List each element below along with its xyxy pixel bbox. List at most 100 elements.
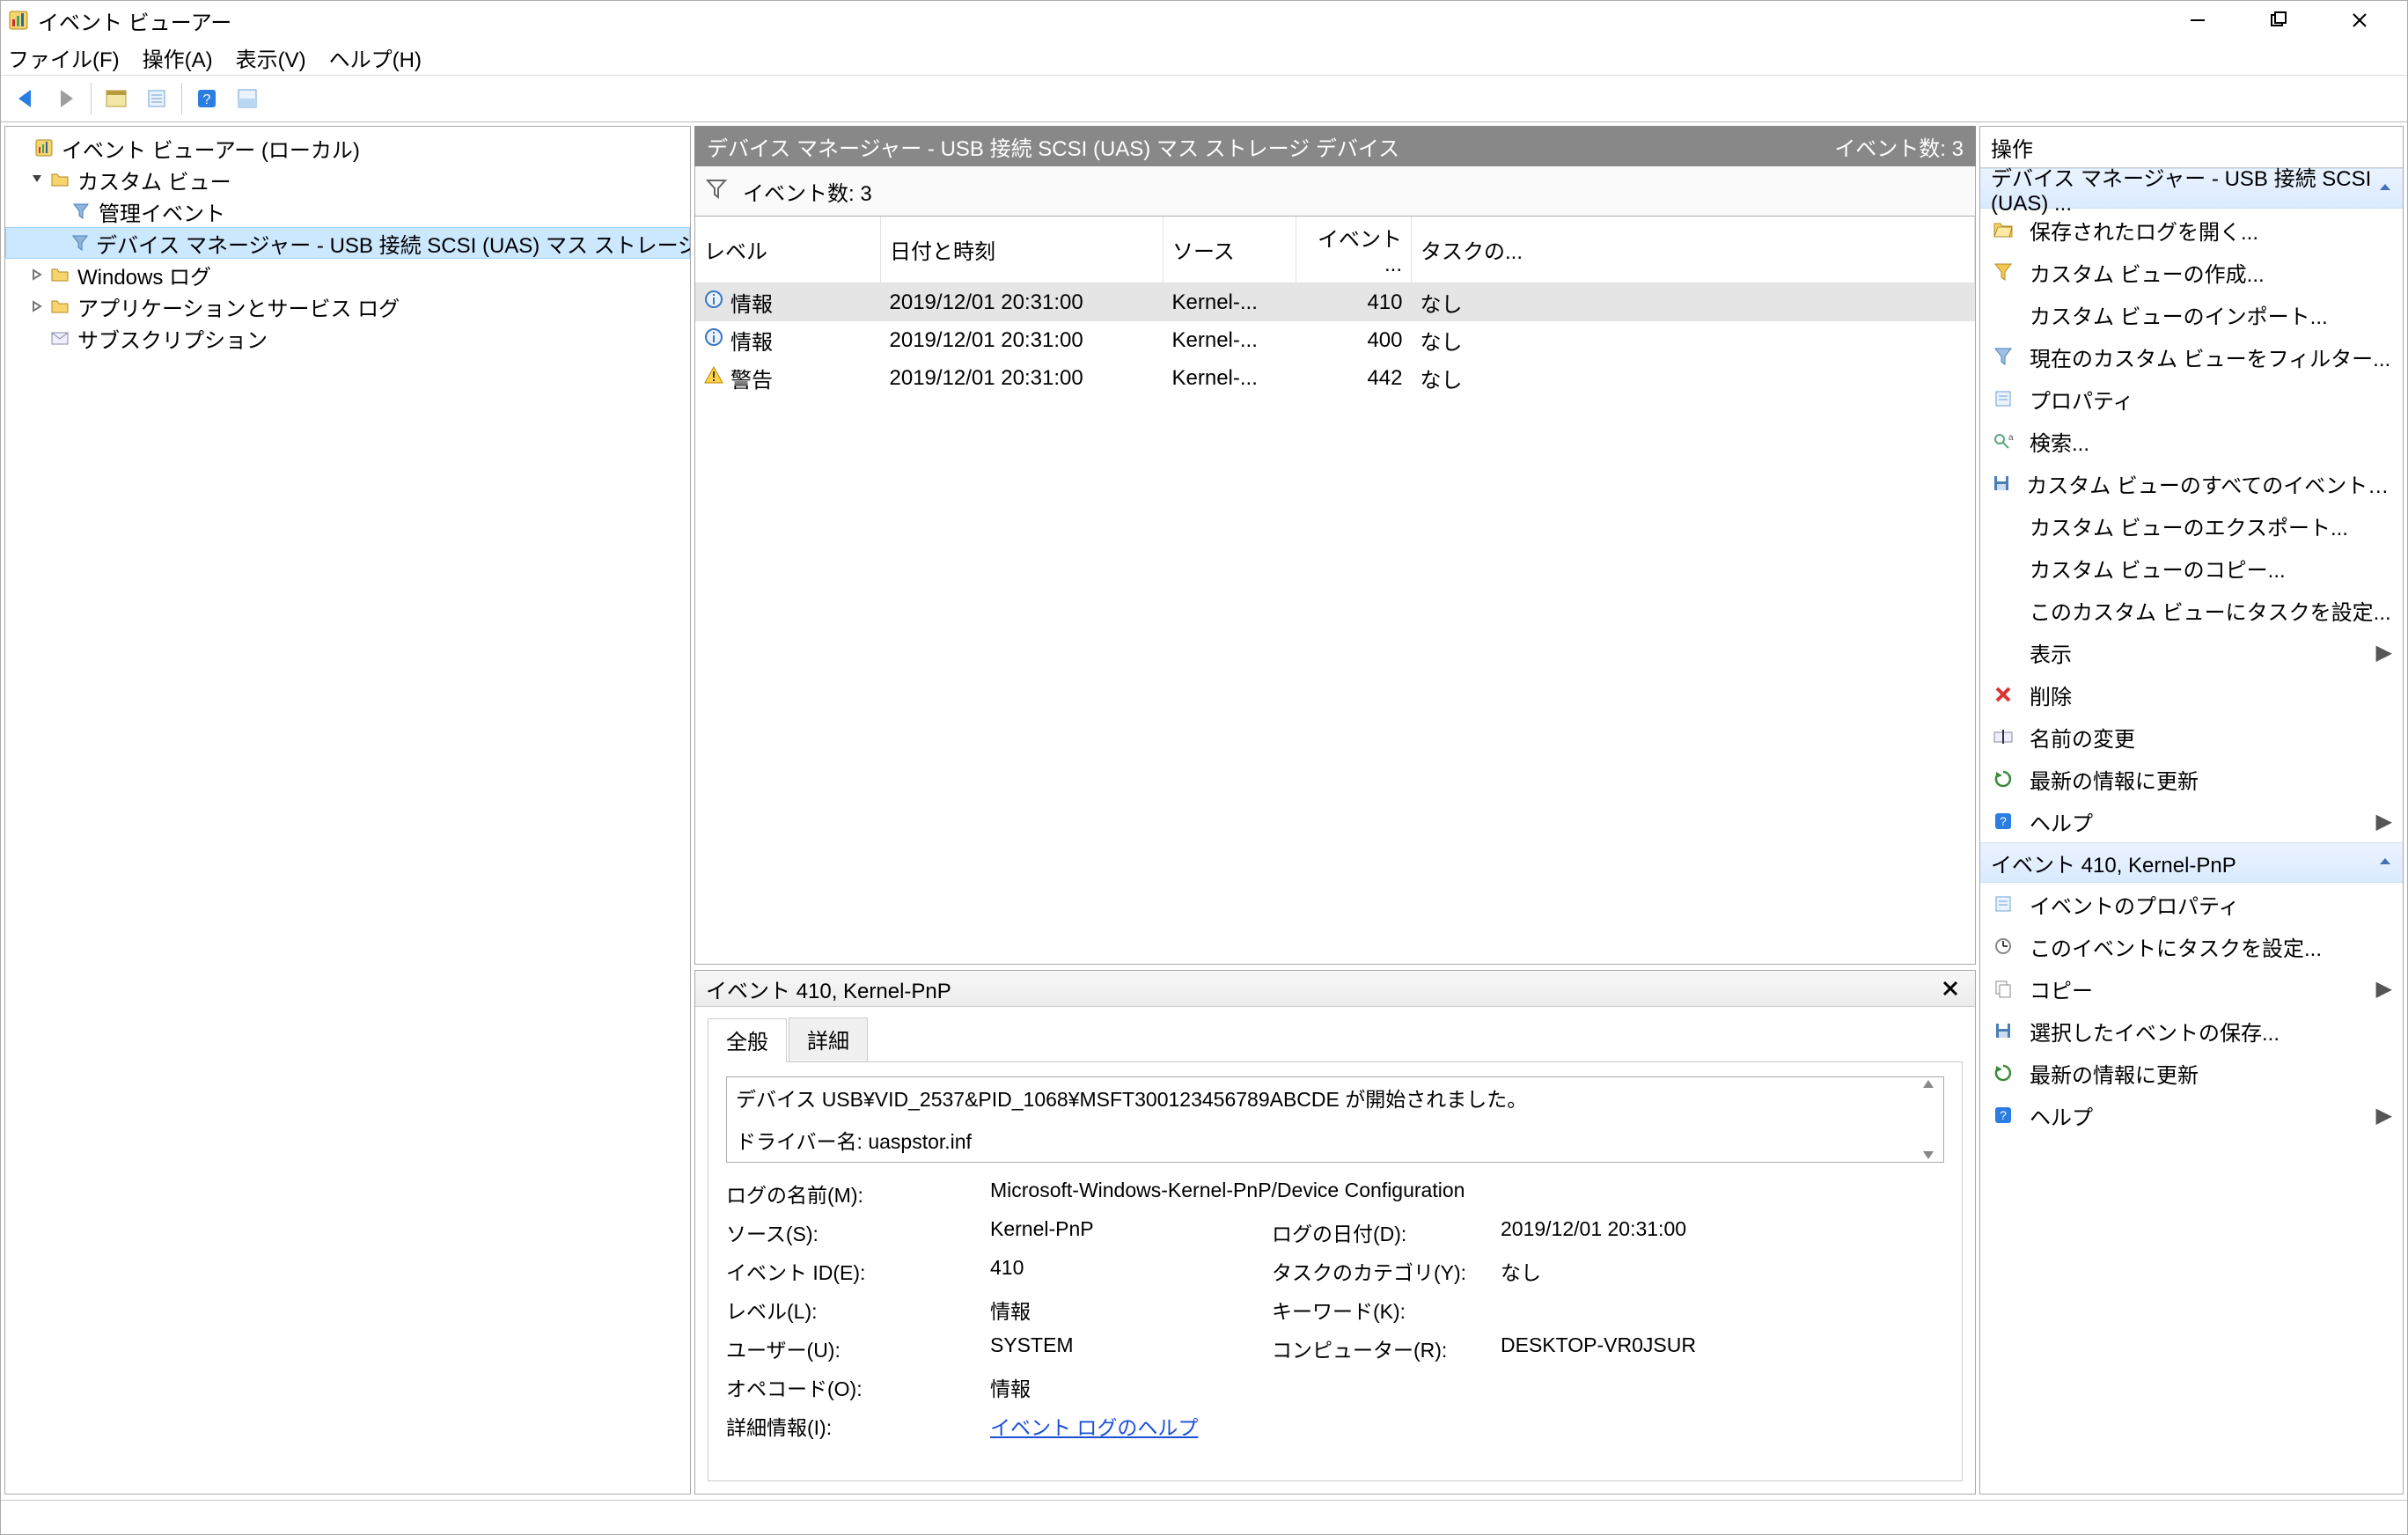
filter-icon bbox=[70, 201, 92, 222]
chevron-up-icon[interactable] bbox=[2378, 176, 2392, 201]
cell-eventid: 442 bbox=[1296, 359, 1412, 397]
event-message[interactable]: デバイス USB¥VID_2537&PID_1068¥MSFT300123456… bbox=[726, 1076, 1944, 1163]
action-save-all-events[interactable]: カスタム ビューのすべてのイベントを名前... bbox=[1980, 462, 2403, 504]
window-title: イベント ビューアー bbox=[38, 5, 2157, 36]
svg-text:?: ? bbox=[203, 92, 211, 107]
col-eventid[interactable]: イベント ... bbox=[1296, 217, 1412, 283]
tree-root[interactable]: イベント ビューアー (ローカル) bbox=[5, 132, 690, 164]
message-scrollbar[interactable] bbox=[1913, 1077, 1943, 1162]
col-source[interactable]: ソース bbox=[1164, 217, 1296, 283]
action-attach-task-view[interactable]: このカスタム ビューにタスクを設定... bbox=[1980, 589, 2403, 631]
action-refresh-event[interactable]: 最新の情報に更新 bbox=[1980, 1052, 2403, 1094]
filter-icon[interactable] bbox=[706, 178, 727, 205]
action-label: ヘルプ bbox=[2030, 1100, 2093, 1131]
preview-button[interactable] bbox=[228, 79, 267, 118]
action-refresh[interactable]: 最新の情報に更新 bbox=[1980, 758, 2403, 800]
col-task[interactable]: タスクの... bbox=[1412, 217, 1975, 283]
action-pane-button[interactable] bbox=[97, 79, 136, 118]
cell-level: 情報 bbox=[695, 321, 881, 359]
tree-subscriptions[interactable]: サブスクリプション bbox=[5, 322, 690, 354]
prop-value: Microsoft-Windows-Kernel-PnP/Device Conf… bbox=[990, 1179, 1944, 1208]
svg-text:?: ? bbox=[2000, 814, 2007, 828]
close-detail-button[interactable] bbox=[1936, 974, 1964, 1003]
subscriptions-icon bbox=[49, 327, 70, 349]
event-message-line: デバイス USB¥VID_2537&PID_1068¥MSFT300123456… bbox=[736, 1083, 1934, 1113]
table-row[interactable]: 情報2019/12/01 20:31:00Kernel-...410なし bbox=[695, 283, 1975, 322]
forward-button[interactable] bbox=[47, 79, 85, 118]
menubar: ファイル(F) 操作(A) 表示(V) ヘルプ(H) bbox=[1, 40, 2407, 75]
tree-app-service-logs[interactable]: アプリケーションとサービス ログ bbox=[5, 290, 690, 322]
event-list[interactable]: レベル 日付と時刻 ソース イベント ... タスクの... 情報2019/12… bbox=[694, 217, 1976, 965]
action-properties[interactable]: プロパティ bbox=[1980, 378, 2403, 420]
tree-selected-view[interactable]: デバイス マネージャー - USB 接続 SCSI (UAS) マス ストレージ… bbox=[5, 227, 690, 259]
expand-icon[interactable] bbox=[25, 300, 49, 312]
filter-count-label: イベント数: 3 bbox=[743, 176, 872, 207]
menu-help[interactable]: ヘルプ(H) bbox=[329, 42, 422, 73]
actions-section-label: イベント 410, Kernel-PnP bbox=[1991, 848, 2236, 878]
menu-view[interactable]: 表示(V) bbox=[236, 42, 306, 73]
toolbar-separator bbox=[91, 83, 92, 114]
center-header-count: イベント数: 3 bbox=[1834, 131, 1964, 162]
action-delete[interactable]: 削除 bbox=[1980, 673, 2403, 716]
minimize-button[interactable] bbox=[2157, 1, 2238, 40]
action-event-properties[interactable]: イベントのプロパティ bbox=[1980, 883, 2403, 925]
cell-source: Kernel-... bbox=[1164, 321, 1296, 359]
filter-icon bbox=[1991, 344, 2015, 369]
action-help-event[interactable]: ?ヘルプ▶ bbox=[1980, 1094, 2403, 1136]
event-log-help-link[interactable]: イベント ログのヘルプ bbox=[990, 1416, 1198, 1439]
action-help[interactable]: ?ヘルプ▶ bbox=[1980, 800, 2403, 842]
action-save-selected[interactable]: 選択したイベントの保存... bbox=[1980, 1010, 2403, 1052]
close-button[interactable] bbox=[2319, 1, 2400, 40]
event-properties: ログの名前(M): Microsoft-Windows-Kernel-PnP/D… bbox=[726, 1179, 1944, 1441]
action-rename[interactable]: 名前の変更 bbox=[1980, 716, 2403, 758]
action-label: 表示 bbox=[2030, 637, 2072, 668]
help-button[interactable]: ? bbox=[187, 79, 226, 118]
delete-icon bbox=[1991, 682, 2015, 707]
detail-tabs: 全般 詳細 bbox=[695, 1007, 1975, 1061]
tree-pane[interactable]: イベント ビューアー (ローカル) カスタム ビュー 管理イベント デバイス マ… bbox=[4, 126, 691, 1495]
open-icon bbox=[1991, 217, 2015, 242]
action-find[interactable]: ab検索... bbox=[1980, 420, 2403, 462]
expand-icon[interactable] bbox=[25, 268, 49, 281]
properties-icon bbox=[1991, 892, 2015, 916]
cell-task: なし bbox=[1412, 321, 1975, 359]
actions-section-2[interactable]: イベント 410, Kernel-PnP bbox=[1980, 842, 2403, 883]
tree-custom-views[interactable]: カスタム ビュー bbox=[5, 164, 690, 195]
back-button[interactable] bbox=[6, 79, 45, 118]
col-datetime[interactable]: 日付と時刻 bbox=[881, 217, 1164, 283]
task-icon bbox=[1991, 934, 2015, 958]
action-copy[interactable]: コピー▶ bbox=[1980, 967, 2403, 1010]
tab-body: デバイス USB¥VID_2537&PID_1068¥MSFT300123456… bbox=[708, 1061, 1963, 1481]
col-level[interactable]: レベル bbox=[695, 217, 881, 283]
tab-detail[interactable]: 詳細 bbox=[789, 1017, 868, 1061]
action-import-custom-view[interactable]: カスタム ビューのインポート... bbox=[1980, 293, 2403, 335]
prop-value: 情報 bbox=[990, 1372, 1944, 1402]
menu-action[interactable]: 操作(A) bbox=[143, 42, 213, 73]
maximize-button[interactable] bbox=[2238, 1, 2319, 40]
table-row[interactable]: 警告2019/12/01 20:31:00Kernel-...442なし bbox=[695, 359, 1975, 397]
action-label: 保存されたログを開く... bbox=[2030, 215, 2258, 246]
table-row[interactable]: 情報2019/12/01 20:31:00Kernel-...400なし bbox=[695, 321, 1975, 359]
tree-admin-events[interactable]: 管理イベント bbox=[5, 195, 690, 227]
chevron-up-icon[interactable] bbox=[2378, 850, 2392, 875]
action-label: 最新の情報に更新 bbox=[2030, 764, 2199, 795]
tree-windows-logs[interactable]: Windows ログ bbox=[5, 259, 690, 290]
action-label: カスタム ビューのエクスポート... bbox=[2030, 510, 2348, 541]
action-filter-current-view[interactable]: 現在のカスタム ビューをフィルター... bbox=[1980, 335, 2403, 378]
action-view[interactable]: 表示▶ bbox=[1980, 631, 2403, 673]
action-export-custom-view[interactable]: カスタム ビューのエクスポート... bbox=[1980, 504, 2403, 547]
tree-label: デバイス マネージャー - USB 接続 SCSI (UAS) マス ストレージ… bbox=[96, 228, 691, 259]
collapse-icon[interactable] bbox=[25, 173, 49, 186]
actions-section-1[interactable]: デバイス マネージャー - USB 接続 SCSI (UAS) ... bbox=[1980, 168, 2403, 209]
action-attach-task-event[interactable]: このイベントにタスクを設定... bbox=[1980, 925, 2403, 967]
action-open-saved-log[interactable]: 保存されたログを開く... bbox=[1980, 209, 2403, 251]
action-copy-custom-view[interactable]: カスタム ビューのコピー... bbox=[1980, 547, 2403, 589]
menu-file[interactable]: ファイル(F) bbox=[8, 42, 120, 73]
action-label: ヘルプ bbox=[2030, 806, 2093, 837]
properties-button[interactable] bbox=[137, 79, 176, 118]
center-header-title: デバイス マネージャー - USB 接続 SCSI (UAS) マス ストレージ… bbox=[707, 131, 1808, 162]
action-create-custom-view[interactable]: カスタム ビューの作成... bbox=[1980, 251, 2403, 293]
chevron-right-icon: ▶ bbox=[2376, 1103, 2392, 1128]
action-label: 削除 bbox=[2030, 679, 2072, 710]
tab-general[interactable]: 全般 bbox=[708, 1018, 787, 1062]
